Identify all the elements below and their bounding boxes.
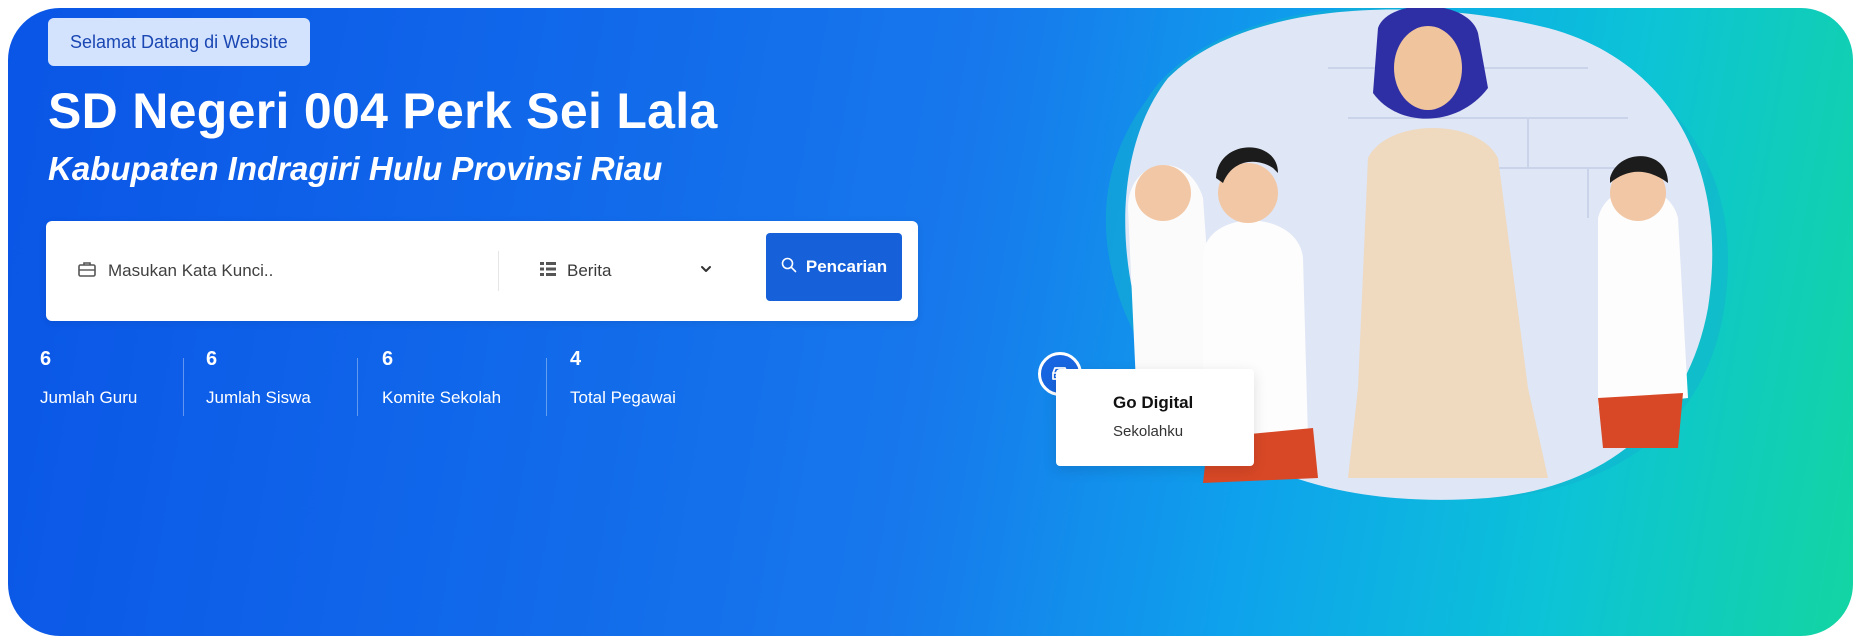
- girl-hijab-face: [1135, 165, 1191, 221]
- search-icon: [781, 257, 797, 278]
- keyword-input[interactable]: [106, 260, 410, 282]
- stat-value: 6: [40, 348, 52, 370]
- stat-komite-sekolah: 6 Komite Sekolah: [382, 348, 501, 408]
- hero-illustration: [1105, 8, 1728, 500]
- hero-banner: Selamat Datang di Website SD Negeri 004 …: [8, 8, 1853, 636]
- stat-jumlah-siswa: 6 Jumlah Siswa: [206, 348, 311, 408]
- go-digital-subtitle: Sekolahku: [1113, 423, 1184, 440]
- stat-divider: [357, 358, 358, 416]
- category-select[interactable]: Berita: [539, 221, 719, 321]
- category-selected-value: Berita: [567, 261, 612, 280]
- chevron-down-icon: [699, 261, 713, 281]
- stat-label: Jumlah Guru: [40, 388, 138, 407]
- welcome-badge: Selamat Datang di Website: [48, 18, 310, 66]
- stat-value: 4: [570, 348, 582, 370]
- briefcase-icon: [78, 261, 96, 282]
- list-icon: [539, 261, 557, 282]
- boy-body: [1598, 188, 1688, 408]
- keyword-field[interactable]: [78, 221, 410, 321]
- search-divider: [498, 251, 499, 291]
- boy-shorts: [1598, 393, 1683, 448]
- stat-jumlah-guru: 6 Jumlah Guru: [40, 348, 137, 408]
- search-button-label: Pencarian: [805, 257, 888, 276]
- page-title: SD Negeri 004 Perk Sei Lala: [48, 83, 718, 139]
- search-button[interactable]: Pencarian: [766, 233, 902, 301]
- teacher-face: [1394, 26, 1462, 110]
- go-digital-card: Go Digital Sekolahku: [1056, 369, 1254, 466]
- stat-value: 6: [206, 348, 218, 370]
- go-digital-title: Go Digital: [1113, 393, 1194, 412]
- stat-total-pegawai: 4 Total Pegawai: [570, 348, 676, 408]
- stat-label: Komite Sekolah: [382, 388, 502, 407]
- stat-label: Jumlah Siswa: [206, 388, 311, 407]
- page-subtitle: Kabupaten Indragiri Hulu Provinsi Riau: [48, 150, 663, 187]
- search-bar: Berita Pencarian: [46, 221, 918, 321]
- stat-divider: [546, 358, 547, 416]
- stat-value: 6: [382, 348, 394, 370]
- stat-label: Total Pegawai: [570, 388, 676, 407]
- stat-divider: [183, 358, 184, 416]
